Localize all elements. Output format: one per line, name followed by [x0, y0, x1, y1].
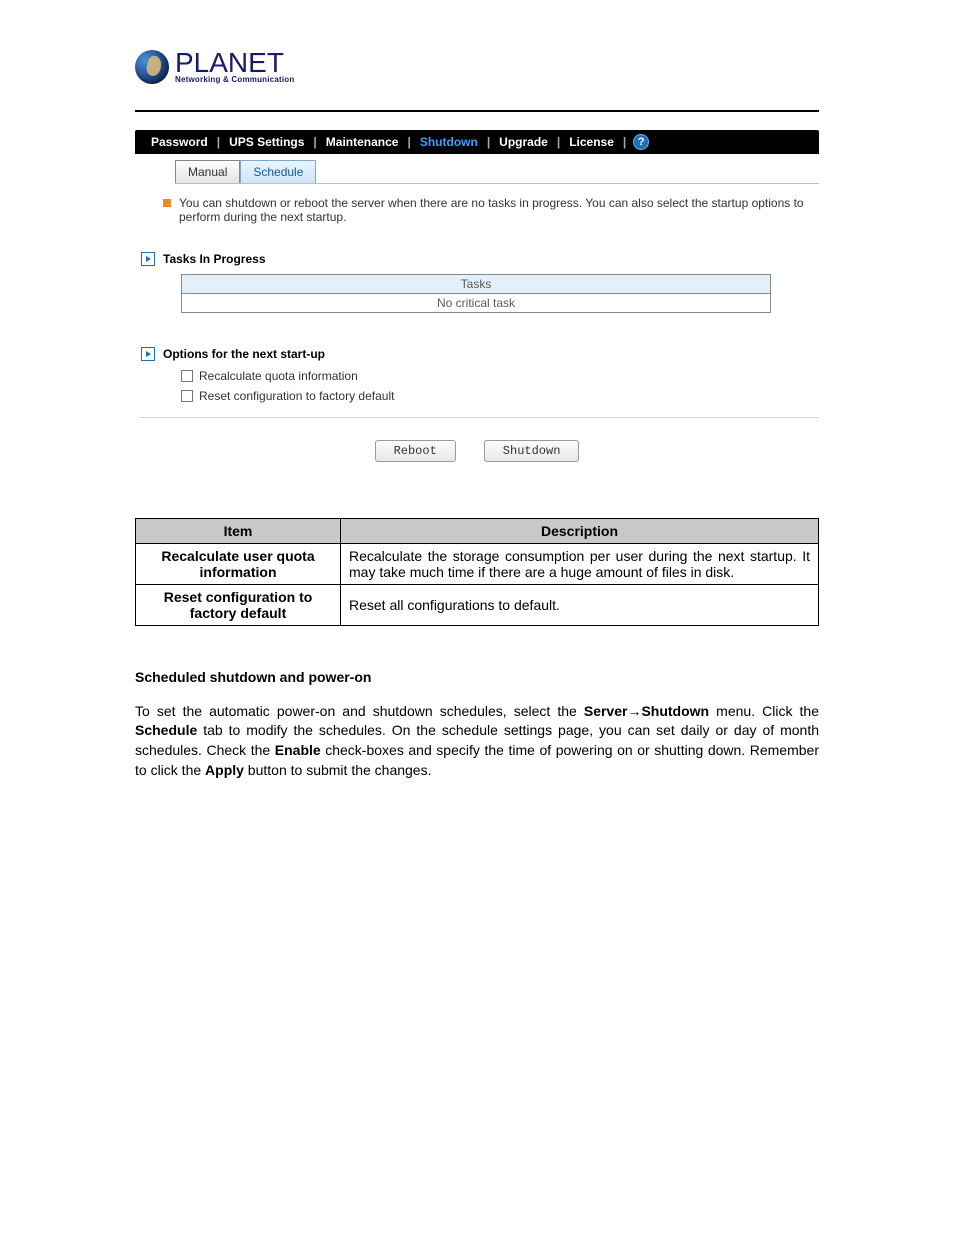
description-table: Item Description Recalculate user quota … [135, 518, 819, 626]
option-row: Reset configuration to factory default [181, 389, 819, 403]
text-bold: Enable [275, 742, 321, 758]
brand-tagline: Networking & Communication [175, 75, 294, 84]
bullet-icon [163, 199, 171, 207]
body-heading: Scheduled shutdown and power-on [135, 668, 819, 688]
info-message: You can shutdown or reboot the server wh… [163, 196, 819, 224]
nav-ups-settings[interactable]: UPS Settings [221, 135, 312, 149]
tab-schedule[interactable]: Schedule [240, 160, 316, 183]
nav-upgrade[interactable]: Upgrade [491, 135, 556, 149]
info-text: You can shutdown or reboot the server wh… [179, 196, 819, 224]
th-item: Item [136, 519, 341, 544]
tasks-table: Tasks No critical task [181, 274, 771, 313]
options-section-head: Options for the next start-up [141, 347, 819, 361]
divider [135, 110, 819, 112]
body-paragraph: To set the automatic power-on and shutdo… [135, 702, 819, 780]
globe-icon [135, 50, 169, 84]
option-label: Reset configuration to factory default [199, 389, 394, 403]
td-item: Reset configuration to factory default [136, 585, 341, 626]
option-label: Recalculate quota information [199, 369, 358, 383]
tab-manual[interactable]: Manual [175, 160, 240, 183]
shutdown-button[interactable]: Shutdown [484, 440, 580, 462]
nav-maintenance[interactable]: Maintenance [318, 135, 407, 149]
td-desc: Recalculate the storage consumption per … [341, 544, 819, 585]
nav-password[interactable]: Password [143, 135, 216, 149]
nav-sep: | [622, 135, 627, 149]
top-nav: Password | UPS Settings | Maintenance | … [135, 130, 819, 154]
th-description: Description [341, 519, 819, 544]
options-box: Recalculate quota information Reset conf… [181, 369, 819, 403]
help-icon[interactable]: ? [633, 134, 649, 150]
text: button to submit the changes. [244, 762, 432, 778]
tasks-row: No critical task [182, 294, 771, 313]
td-desc: Reset all configurations to default. [341, 585, 819, 626]
table-row: Reset configuration to factory default R… [136, 585, 819, 626]
reboot-button[interactable]: Reboot [375, 440, 456, 462]
brand-logo: PLANET Networking & Communication [135, 50, 819, 84]
thin-divider [139, 417, 819, 418]
button-row: Reboot Shutdown [135, 440, 819, 462]
ui-panel: Password | UPS Settings | Maintenance | … [135, 130, 819, 462]
brand-name: PLANET [175, 50, 294, 75]
tasks-title: Tasks In Progress [163, 252, 266, 266]
text-bold: Server→Shutdown [584, 703, 709, 719]
arrow-right-icon [141, 347, 155, 361]
tab-strip: Manual Schedule [175, 154, 819, 184]
text: To set the automatic power-on and shutdo… [135, 703, 584, 719]
text-bold: Apply [205, 762, 244, 778]
nav-license[interactable]: License [561, 135, 622, 149]
arrow-right-icon [141, 252, 155, 266]
body-text: Scheduled shutdown and power-on To set t… [135, 668, 819, 780]
text-bold: Schedule [135, 722, 197, 738]
text: menu. Click the [709, 703, 819, 719]
td-item: Recalculate user quota information [136, 544, 341, 585]
nav-shutdown[interactable]: Shutdown [412, 135, 486, 149]
options-title: Options for the next start-up [163, 347, 325, 361]
tasks-header: Tasks [182, 275, 771, 294]
table-row: Recalculate user quota information Recal… [136, 544, 819, 585]
checkbox-recalculate[interactable] [181, 370, 193, 382]
tasks-section-head: Tasks In Progress [141, 252, 819, 266]
checkbox-reset-factory[interactable] [181, 390, 193, 402]
option-row: Recalculate quota information [181, 369, 819, 383]
